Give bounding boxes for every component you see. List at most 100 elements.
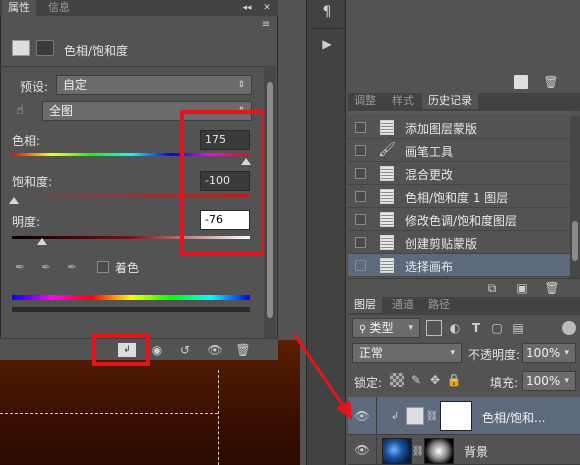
shape-filter-icon[interactable]: ▢ [489,320,505,336]
document-icon [380,212,394,227]
tab-paths[interactable]: 路径 [422,297,456,313]
adjustment-icon [12,40,30,56]
output-color-bar [12,307,250,312]
layer-filter-icons: ◐ T ▢ ▤ [426,318,556,338]
fill-label: 填充: [490,376,519,390]
chevron-down-icon: ▾ [450,348,455,358]
history-partial-row [348,111,570,114]
lightness-slider-thumb[interactable] [37,238,47,245]
annotation-arrow [292,333,352,420]
reset-icon[interactable]: ↺ [176,342,194,358]
smart-object-filter-icon[interactable]: ▤ [510,320,526,336]
pixel-filter-icon[interactable] [426,320,442,336]
fill-field[interactable]: 100% ▾ [522,371,576,391]
lock-icons: ✎ ✥ 🔒 [390,373,470,389]
divider [311,28,343,29]
properties-scrollbar[interactable] [264,66,276,338]
trash-icon[interactable]: 🗑 [544,280,560,296]
layer-name[interactable]: 色相/饱和... [482,409,546,426]
scrollbar-thumb[interactable] [267,82,273,318]
history-footer: ⧉ ▣ 🗑 [348,278,580,296]
layers-tab-bar: 图层 通道 路径 [348,297,580,315]
mask-icon[interactable] [36,40,54,56]
saturation-slider-thumb[interactable] [9,197,19,204]
colorize-label: 着色 [115,261,140,275]
scrollbar-thumb[interactable] [572,221,578,261]
trash-icon[interactable]: 🗑 [543,74,558,90]
collapse-icon[interactable]: ◂◂ [240,1,254,15]
tab-styles[interactable]: 样式 [386,93,420,109]
history-item[interactable]: 🖌 画笔工具 [348,139,570,162]
panel-title: 色相/饱和度 [64,44,129,58]
eye-icon[interactable]: 👁 [354,442,370,458]
new-document-icon[interactable]: ⧉ [484,281,500,295]
history-checkbox[interactable] [355,260,366,271]
history-checkbox[interactable] [355,122,366,133]
paragraph-icon[interactable]: ¶ [317,2,337,22]
layer-name[interactable]: 背景 [464,443,488,460]
history-checkbox[interactable] [355,237,366,248]
document-icon [380,258,394,273]
layer-row-background[interactable]: 👁 ⛓ 背景 [348,436,580,465]
history-checkbox[interactable] [355,214,366,225]
history-checkbox[interactable] [355,191,366,202]
chevron-down-icon: ▾ [564,348,569,358]
history-scrollbar[interactable] [570,116,580,278]
tab-history[interactable]: 历史记录 [422,93,478,109]
blend-mode-select[interactable]: 正常 ▾ [352,343,462,363]
history-item[interactable]: 添加图层蒙版 [348,116,570,139]
history-item[interactable]: 修改色调/饱和度图层 [348,208,570,231]
history-item[interactable]: 色相/饱和度 1 图层 [348,185,570,208]
link-icon[interactable]: ⛓ [426,409,439,423]
adjustment-filter-icon[interactable]: ◐ [447,320,463,336]
document-icon [380,235,394,250]
layer-mask-thumbnail[interactable] [440,401,472,431]
selection-marquee-edge [0,413,218,414]
tab-channels[interactable]: 通道 [386,297,420,313]
hue-label: 色相: [12,134,41,148]
layer-row-hue-saturation[interactable]: 👁 ↲ ⛓ 色相/饱和... [348,397,580,435]
clip-arrow-icon: ↲ [390,410,400,422]
history-item-selected[interactable]: 选择画布 [348,254,570,277]
history-item[interactable]: 创建剪贴蒙版 [348,231,570,254]
eye-icon[interactable]: 👁 [206,342,224,358]
opacity-field[interactable]: 100% ▾ [522,343,576,363]
close-icon[interactable]: ✕ [260,1,274,15]
panel-menu-icon[interactable]: ≡ [258,18,274,30]
lock-transparency-icon[interactable] [390,373,404,387]
view-previous-icon[interactable]: ◉ [148,342,166,358]
colorize-checkbox[interactable] [97,261,109,273]
layer-mask-thumbnail[interactable] [424,438,454,464]
lock-position-icon[interactable]: ✥ [428,373,442,387]
lock-all-icon[interactable]: 🔒 [447,373,462,387]
type-filter-icon[interactable]: T [468,320,484,336]
tab-adjust[interactable]: 调整 [348,93,382,109]
right-panel-top [348,0,580,70]
document-icon [380,189,394,204]
eyedropper-plus-icon[interactable]: ✒ [38,259,54,275]
tab-layers[interactable]: 图层 [348,297,382,313]
history-checkbox[interactable] [355,168,366,179]
lightness-label: 明度: [12,215,41,229]
preset-select[interactable]: 自定 ⇕ [56,75,252,95]
divider [0,66,264,67]
filter-toggle-icon[interactable] [562,321,576,335]
layer-filter-select[interactable]: ⚲ 类型 ▾ [352,318,420,338]
lock-pixels-icon[interactable]: ✎ [409,373,423,387]
eyedropper-minus-icon[interactable]: ✒ [64,259,80,275]
opacity-label: 不透明度: [468,348,521,362]
history-item[interactable]: 混合更改 [348,162,570,185]
eyedropper-icon[interactable]: ✒ [12,259,28,275]
camera-icon[interactable]: ▣ [514,281,530,295]
chevron-down-icon: ▾ [564,376,569,386]
new-snapshot-icon[interactable] [514,75,528,89]
layer-thumbnail[interactable] [382,438,412,464]
trash-icon[interactable]: 🗑 [234,342,252,358]
tab-properties[interactable]: 属性 [2,0,36,16]
link-icon[interactable]: ⛓ [412,444,425,458]
hand-adjust-icon[interactable]: ☝ [12,102,28,118]
tab-info[interactable]: 信息 [42,0,76,16]
document-icon [380,120,394,135]
play-icon[interactable]: ▶ [317,34,337,54]
history-checkbox[interactable] [355,145,366,156]
